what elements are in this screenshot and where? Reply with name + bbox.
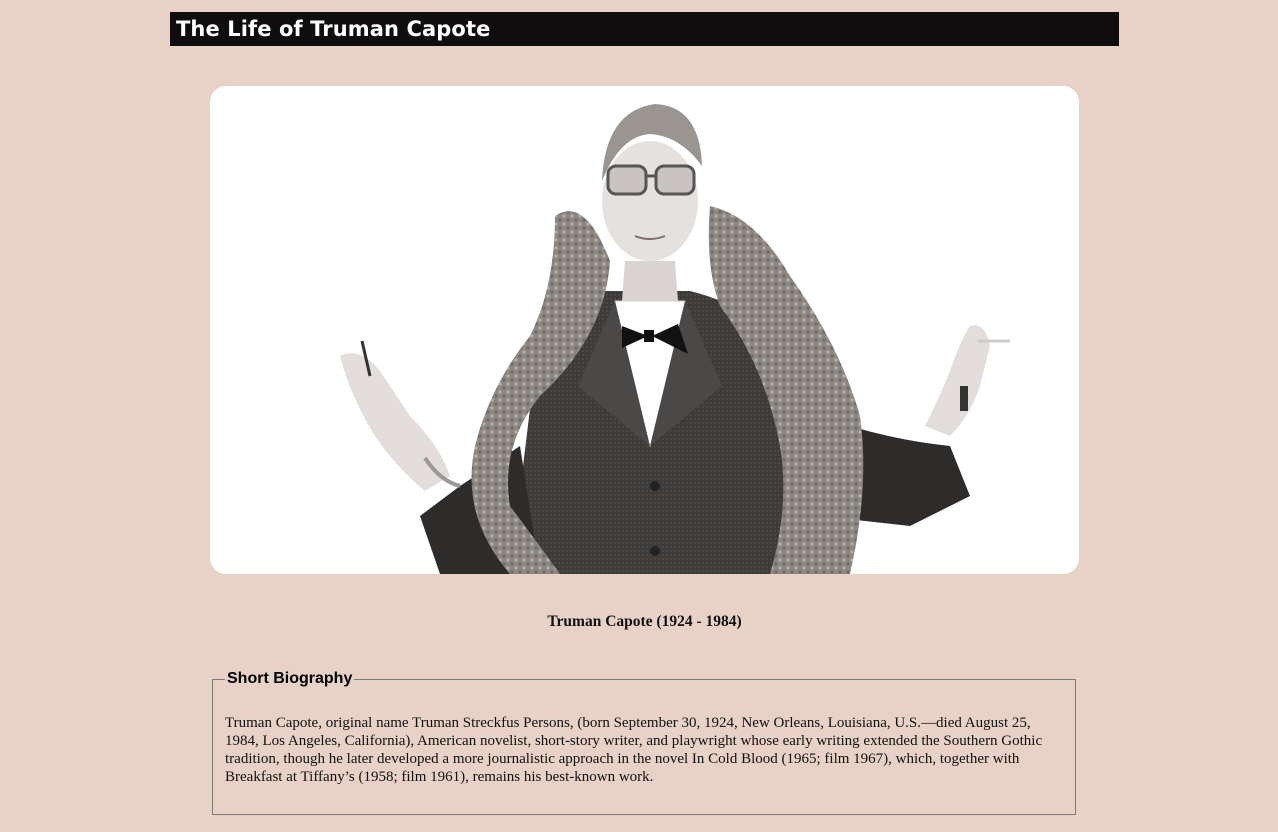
portrait-illustration <box>340 104 1010 574</box>
biography-text: Truman Capote, original name Truman Stre… <box>225 715 1043 785</box>
portrait-photo <box>210 86 1079 574</box>
page-title: The Life of Truman Capote <box>176 17 491 41</box>
short-biography-legend: Short Biography <box>227 670 353 687</box>
title-bar: The Life of Truman Capote <box>170 12 1119 46</box>
short-biography-section: Short Biography Truman Capote, original … <box>212 670 1076 815</box>
photo-caption: Truman Capote (1924 - 1984) <box>547 613 742 630</box>
